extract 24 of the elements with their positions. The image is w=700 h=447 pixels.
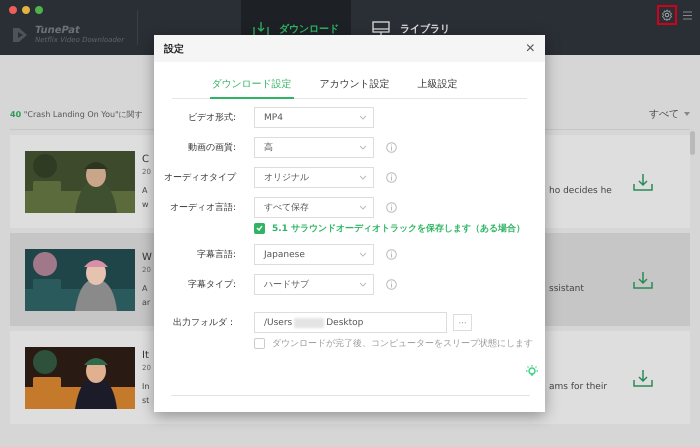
setting-label: 字幕言語: (196, 248, 236, 261)
video-description: A (142, 282, 148, 294)
setting-label: 出力フォルダ： (172, 316, 236, 329)
video-description: st (142, 394, 150, 406)
result-count: 40 "Crash Landing On You"に関す (10, 108, 143, 120)
video-description: ssistant (549, 284, 585, 294)
video-title: It (142, 350, 149, 360)
video-description: ho decides he (549, 186, 613, 196)
setting-label: ビデオ形式: (186, 112, 236, 124)
video-description: In (142, 380, 150, 392)
setting-label: 字幕タイプ: (186, 278, 236, 291)
video-description: w (142, 198, 149, 210)
video-title: W (142, 252, 152, 262)
checkbox-label: 5.1 サラウンドオーディオトラックを保存します（ある場合） (272, 222, 526, 234)
dialog-title: 設定 (164, 42, 184, 56)
setting-label: 動画の画質: (186, 142, 236, 154)
checkbox-label: ダウンロードが完了後、コンピューターをスリープ状態にします (272, 337, 533, 350)
video-title: C (142, 154, 149, 164)
video-description: ar (142, 296, 150, 308)
setting-label: オーディオタイプ (163, 171, 236, 184)
video-description: A (142, 184, 148, 196)
app-name: TunePat (35, 25, 81, 36)
setting-label: オーディオ言語: (168, 202, 236, 214)
video-description: ams for their (549, 382, 608, 392)
